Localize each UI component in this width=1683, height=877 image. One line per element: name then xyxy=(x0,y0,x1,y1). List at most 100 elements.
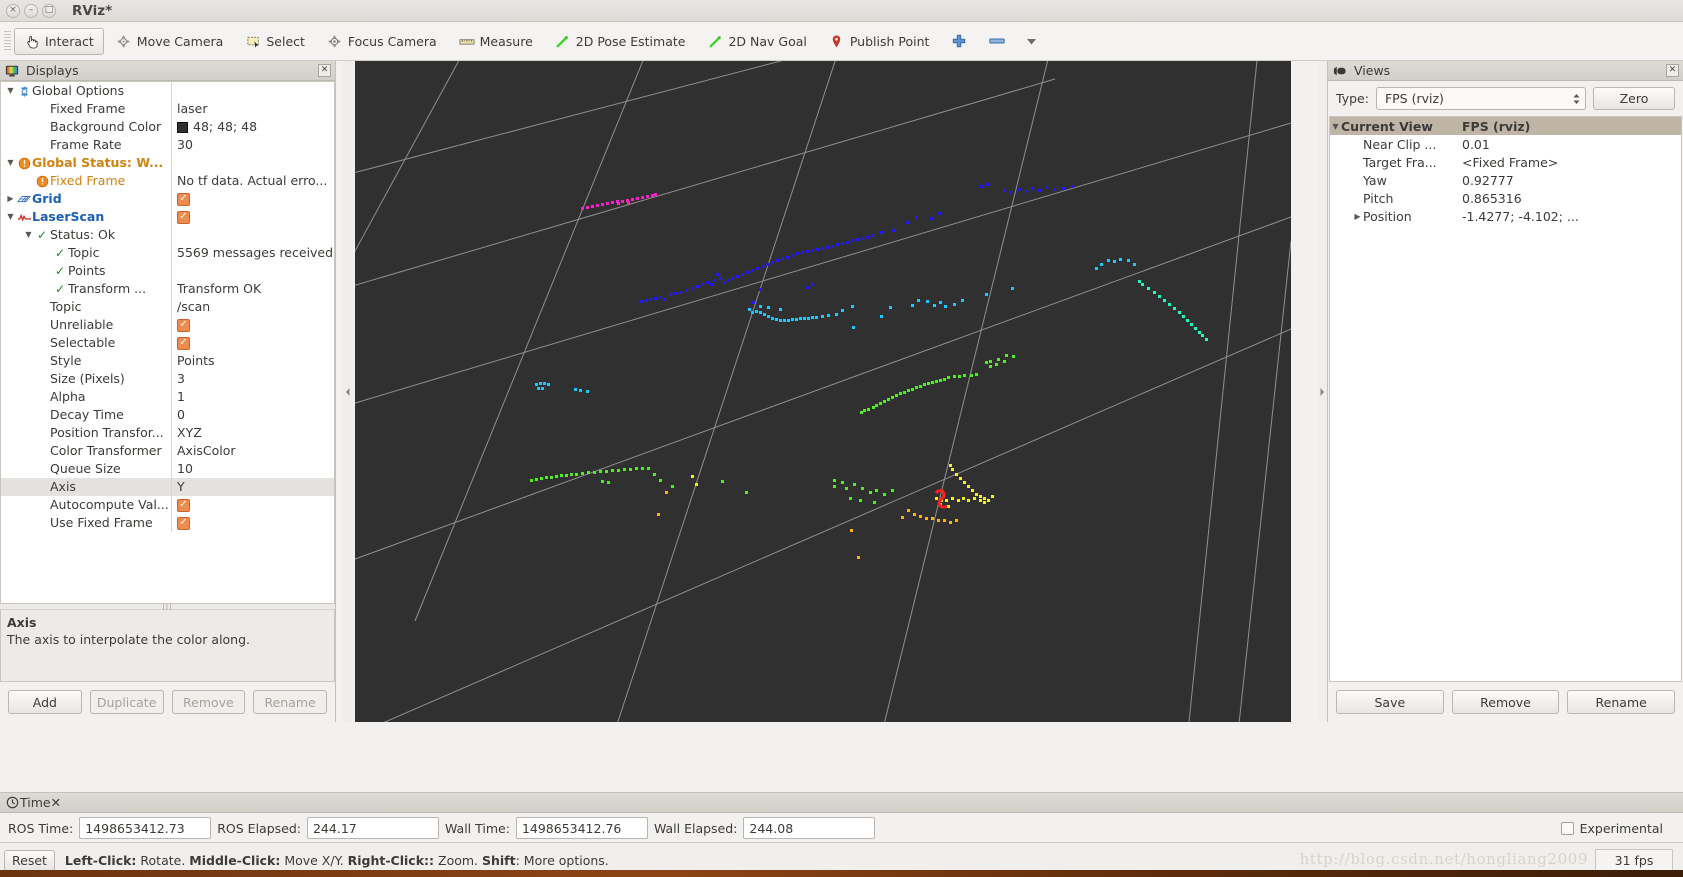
display-property-row[interactable]: ▼ LaserScan ✓ xyxy=(1,208,334,226)
remove-tool-button[interactable] xyxy=(979,28,1015,55)
window-close-button[interactable]: × xyxy=(6,3,20,18)
tool-focus-camera[interactable]: Focus Camera xyxy=(317,28,447,55)
tool-select[interactable]: Select xyxy=(235,28,315,55)
view-property-value[interactable]: 0.865316 xyxy=(1458,191,1681,206)
display-property-value-cell[interactable] xyxy=(171,154,334,172)
tool-2d-pose-estimate[interactable]: 2D Pose Estimate xyxy=(545,28,696,55)
display-property-value-cell[interactable]: ✓ xyxy=(171,514,334,532)
toolbar-drag-handle[interactable] xyxy=(4,30,11,52)
display-property-row[interactable]: ✓ Transform ... Transform OK xyxy=(1,280,334,298)
display-property-value-cell[interactable]: 0 xyxy=(171,406,334,424)
view-property-value[interactable]: <Fixed Frame> xyxy=(1458,155,1681,170)
views-tree[interactable]: ▼ Current View FPS (rviz) Near Clip ... 0.01… xyxy=(1329,116,1682,682)
display-property-value-cell[interactable]: ✓ xyxy=(171,208,334,226)
time-field-input[interactable]: 1498653412.76 xyxy=(515,817,648,839)
display-property-row[interactable]: Frame Rate 30 xyxy=(1,136,334,154)
display-property-value-cell[interactable]: 5569 messages received xyxy=(171,244,334,262)
display-property-value-cell[interactable]: ✓ xyxy=(171,496,334,514)
duplicate-display-button[interactable]: Duplicate xyxy=(89,690,164,714)
view-property-row[interactable]: Target Fra... <Fixed Frame> xyxy=(1330,153,1681,171)
display-property-row[interactable]: Position Transfor... XYZ xyxy=(1,424,334,442)
display-property-row[interactable]: ▶ Grid ✓ xyxy=(1,190,334,208)
display-property-value-cell[interactable]: XYZ xyxy=(171,424,334,442)
display-property-value-cell[interactable]: ✓ xyxy=(171,190,334,208)
display-property-value-cell[interactable]: AxisColor xyxy=(171,442,334,460)
color-swatch[interactable] xyxy=(177,121,188,133)
display-property-row[interactable]: Decay Time 0 xyxy=(1,406,334,424)
view-property-value[interactable]: 0.01 xyxy=(1458,137,1681,152)
tool-publish-point[interactable]: Publish Point xyxy=(819,28,940,55)
display-property-row[interactable]: Topic/scan xyxy=(1,298,334,316)
display-property-row[interactable]: ▼ Global Status: W... xyxy=(1,154,334,172)
expander-open-icon[interactable]: ▼ xyxy=(1330,122,1341,131)
display-property-row[interactable]: Axis Y xyxy=(1,478,334,496)
tool-interact[interactable]: Interact xyxy=(14,27,104,55)
display-property-row[interactable]: Fixed Frame No tf data. Actual erro... xyxy=(1,172,334,190)
display-property-value-cell[interactable]: Transform OK xyxy=(171,280,334,298)
enable-checkbox[interactable]: ✓ xyxy=(177,336,190,350)
3d-render-viewport[interactable] xyxy=(355,61,1291,722)
expander-open-icon[interactable]: ▼ xyxy=(5,154,16,172)
display-property-value-cell[interactable]: /scan xyxy=(171,298,334,316)
zero-view-button[interactable]: Zero xyxy=(1593,87,1675,110)
display-property-value-cell[interactable] xyxy=(171,262,334,280)
tool-measure[interactable]: Measure xyxy=(449,28,543,55)
display-property-value-cell[interactable]: laser xyxy=(171,100,334,118)
display-property-value-cell[interactable]: ✓ xyxy=(171,334,334,352)
display-property-value-cell[interactable] xyxy=(171,82,334,100)
view-property-value[interactable]: 0.92777 xyxy=(1458,173,1681,188)
display-property-row[interactable]: Fixed Frame laser xyxy=(1,100,334,118)
display-property-row[interactable]: Color Transformer AxisColor xyxy=(1,442,334,460)
display-property-row[interactable]: Size (Pixels) 3 xyxy=(1,370,334,388)
enable-checkbox[interactable]: ✓ xyxy=(177,210,190,224)
display-property-row[interactable]: Selectable ✓ xyxy=(1,334,334,352)
display-property-row[interactable]: Autocompute Val... ✓ xyxy=(1,496,334,514)
reset-button[interactable]: Reset xyxy=(4,849,55,871)
expander-open-icon[interactable]: ▼ xyxy=(5,208,16,226)
enable-checkbox[interactable]: ✓ xyxy=(177,192,190,206)
toolbar-overflow-button[interactable] xyxy=(1017,28,1045,55)
display-property-value-cell[interactable] xyxy=(171,226,334,244)
add-display-button[interactable]: Add xyxy=(8,690,82,714)
window-maximize-button[interactable]: □ xyxy=(42,3,56,18)
displays-tree[interactable]: ▼ Global Options Fixed Frame laser Backgroun… xyxy=(0,81,335,604)
left-panel-collapse-handle[interactable] xyxy=(343,61,353,722)
view-property-row[interactable]: Pitch 0.865316 xyxy=(1330,189,1681,207)
save-view-button[interactable]: Save xyxy=(1336,690,1444,714)
time-close-icon[interactable]: ✕ xyxy=(51,795,61,810)
view-type-spinner-icon[interactable] xyxy=(1572,92,1581,106)
display-property-row[interactable]: Unreliable ✓ xyxy=(1,316,334,334)
display-property-row[interactable]: ▼ Global Options xyxy=(1,82,334,100)
display-property-row[interactable]: Style Points xyxy=(1,352,334,370)
display-property-value-cell[interactable]: 48; 48; 48 xyxy=(171,118,334,136)
remove-display-button[interactable]: Remove xyxy=(171,690,246,714)
enable-checkbox[interactable]: ✓ xyxy=(177,498,190,512)
time-field-input[interactable]: 244.08 xyxy=(743,817,876,839)
views-close-icon[interactable]: ✕ xyxy=(1666,64,1679,77)
expander-open-icon[interactable]: ▼ xyxy=(23,226,34,244)
view-property-row[interactable]: Yaw 0.92777 xyxy=(1330,171,1681,189)
display-property-row[interactable]: ▼ ✓ Status: Ok xyxy=(1,226,334,244)
display-property-row[interactable]: Queue Size 10 xyxy=(1,460,334,478)
display-property-value-cell[interactable]: Points xyxy=(171,352,334,370)
window-minimize-button[interactable]: – xyxy=(24,3,38,18)
view-type-combobox[interactable]: FPS (rviz) xyxy=(1375,87,1586,110)
right-panel-collapse-handle[interactable] xyxy=(1317,61,1327,722)
experimental-toggle[interactable]: Experimental xyxy=(1560,821,1675,836)
enable-checkbox[interactable]: ✓ xyxy=(177,318,190,332)
rename-view-button[interactable]: Rename xyxy=(1567,690,1676,714)
view-property-row[interactable]: ▶ Position -1.4277; -4.102; ... xyxy=(1330,207,1681,225)
display-property-value-cell[interactable]: 10 xyxy=(171,460,334,478)
expander-closed-icon[interactable]: ▶ xyxy=(5,190,16,208)
remove-view-button[interactable]: Remove xyxy=(1451,690,1560,714)
displays-close-icon[interactable]: ✕ xyxy=(318,64,331,77)
time-field-input[interactable]: 1498653412.73 xyxy=(79,817,212,839)
enable-checkbox[interactable]: ✓ xyxy=(177,516,190,530)
rename-display-button[interactable]: Rename xyxy=(253,690,327,714)
add-tool-button[interactable] xyxy=(941,28,977,55)
display-property-value-cell[interactable]: 3 xyxy=(171,370,334,388)
time-field-input[interactable]: 244.17 xyxy=(306,817,439,839)
display-property-row[interactable]: Background Color 48; 48; 48 xyxy=(1,118,334,136)
display-property-value-cell[interactable]: Y xyxy=(171,478,334,496)
display-property-row[interactable]: Use Fixed Frame ✓ xyxy=(1,514,334,532)
